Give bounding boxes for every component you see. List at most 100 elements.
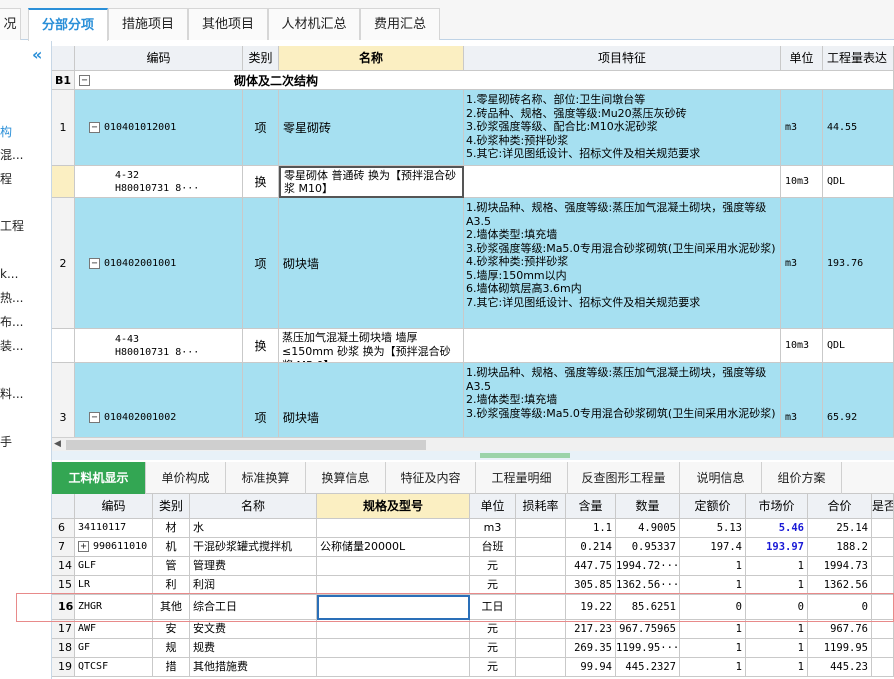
header-feature[interactable]: 项目特征 [464, 46, 781, 71]
resource-name[interactable]: 水 [190, 519, 317, 538]
header-unit[interactable]: 单位 [470, 494, 516, 519]
left-tree-item[interactable]: 装... [0, 337, 50, 355]
resource-quantity[interactable]: 85.6251 [616, 595, 680, 620]
resource-spec[interactable] [317, 639, 470, 658]
header-name[interactable]: 名称 [279, 46, 464, 71]
quota-type[interactable]: 换 [243, 166, 279, 198]
resource-quantity[interactable]: 1362.56··· [616, 576, 680, 595]
quota-code-cell[interactable]: 4-43 H80010731 8··· [75, 329, 243, 363]
left-tree-item[interactable]: 热... [0, 289, 50, 307]
resource-type[interactable]: 措 [153, 658, 190, 677]
resource-spec[interactable] [317, 620, 470, 639]
pane-splitter[interactable] [52, 451, 894, 460]
resource-name[interactable]: 管理费 [190, 557, 317, 576]
tab-labor-material-machine[interactable]: 工料机显示 [52, 462, 146, 494]
resource-loss-rate[interactable] [516, 620, 566, 639]
resource-unit[interactable]: 元 [470, 557, 516, 576]
resource-market-price[interactable]: 1 [746, 620, 808, 639]
resource-base-price[interactable]: 0 [680, 595, 746, 620]
resource-market-price[interactable]: 0 [746, 595, 808, 620]
resource-base-price[interactable]: 1 [680, 620, 746, 639]
tab-reverse-check-quantity[interactable]: 反查图形工程量 [568, 462, 680, 494]
tab-cost-summary[interactable]: 费用汇总 [360, 8, 440, 40]
header-unit[interactable]: 单位 [781, 46, 823, 71]
resource-type[interactable]: 规 [153, 639, 190, 658]
resource-content[interactable]: 447.75 [566, 557, 616, 576]
resource-spec[interactable] [317, 519, 470, 538]
resource-total-price[interactable]: 1994.73 [808, 557, 872, 576]
tab-other-items[interactable]: 其他项目 [188, 8, 268, 40]
left-tree-item[interactable]: 混... [0, 146, 50, 164]
resource-quantity[interactable]: 4.9005 [616, 519, 680, 538]
section-row[interactable]: − 砌体及二次结构 [75, 71, 894, 90]
resource-unit[interactable]: 台班 [470, 538, 516, 557]
resource-type[interactable]: 材 [153, 519, 190, 538]
resource-total-price[interactable]: 445.23 [808, 658, 872, 677]
resource-unit[interactable]: m3 [470, 519, 516, 538]
quota-name[interactable]: 蒸压加气混凝土砌块墙 墙厚 ≤150mm 砂浆 换为【预拌混合砂浆 M5.0】 [279, 329, 464, 363]
resource-loss-rate[interactable] [516, 519, 566, 538]
resource-total-price[interactable]: 967.76 [808, 620, 872, 639]
splitter-handle[interactable] [480, 453, 570, 458]
tab-overview[interactable]: 况 [0, 8, 21, 40]
expand-toggle-icon[interactable]: + [78, 540, 89, 552]
header-code[interactable]: 编码 [75, 494, 153, 519]
resource-market-price[interactable]: 1 [746, 658, 808, 677]
header-content[interactable]: 含量 [566, 494, 616, 519]
left-tree-item[interactable]: 手 [0, 433, 50, 451]
left-tree-item[interactable]: 程 [0, 170, 50, 188]
item-name[interactable]: 砌块墙 [279, 198, 464, 329]
item-quantity[interactable]: 193.76 [823, 198, 894, 329]
resource-base-price[interactable]: 5.13 [680, 519, 746, 538]
item-type[interactable]: 项 [243, 198, 279, 329]
resource-spec[interactable] [317, 576, 470, 595]
left-tree-item[interactable]: 构 [0, 123, 50, 141]
resource-base-price[interactable]: 1 [680, 576, 746, 595]
tab-pricing-scheme[interactable]: 组价方案 [762, 462, 842, 494]
item-quantity[interactable]: 44.55 [823, 90, 894, 166]
tab-standard-conversion[interactable]: 标准换算 [226, 462, 306, 494]
resource-market-price[interactable]: 5.46 [746, 519, 808, 538]
collapse-toggle-icon[interactable]: − [89, 122, 100, 133]
collapse-toggle-icon[interactable]: − [79, 74, 90, 86]
resource-flag[interactable] [872, 595, 894, 620]
quota-feature[interactable] [464, 329, 781, 363]
resource-code[interactable]: AWF [75, 620, 153, 639]
resource-code[interactable]: +990611010 [75, 538, 153, 557]
item-code-cell[interactable]: − 010402001001 [75, 198, 243, 329]
resource-type[interactable]: 管 [153, 557, 190, 576]
item-name[interactable]: 零星砌砖 [279, 90, 464, 166]
resource-flag[interactable] [872, 576, 894, 595]
resource-quantity[interactable]: 445.2327 [616, 658, 680, 677]
quota-feature[interactable] [464, 166, 781, 198]
resource-spec[interactable] [317, 557, 470, 576]
resource-base-price[interactable]: 1 [680, 658, 746, 677]
quota-name[interactable]: 零星砌体 普通砖 换为【预拌混合砂浆 M10】 [279, 166, 464, 198]
resource-flag[interactable] [872, 557, 894, 576]
header-type[interactable]: 类别 [243, 46, 279, 71]
resource-content[interactable]: 217.23 [566, 620, 616, 639]
resource-code[interactable]: 34110117 [75, 519, 153, 538]
left-tree-item[interactable]: 布... [0, 313, 50, 331]
tab-description[interactable]: 说明信息 [680, 462, 762, 494]
resource-spec[interactable]: 公称储量20000L [317, 538, 470, 557]
horizontal-scrollbar[interactable]: ◀ [52, 437, 894, 451]
header-quantity[interactable]: 数量 [616, 494, 680, 519]
resource-unit[interactable]: 元 [470, 639, 516, 658]
quota-quantity[interactable]: QDL [823, 329, 894, 363]
resource-code[interactable]: LR [75, 576, 153, 595]
item-type[interactable]: 项 [243, 90, 279, 166]
quota-unit[interactable]: 10m3 [781, 329, 823, 363]
resource-loss-rate[interactable] [516, 557, 566, 576]
resource-base-price[interactable]: 197.4 [680, 538, 746, 557]
header-base-price[interactable]: 定额价 [680, 494, 746, 519]
quota-code-cell[interactable]: 4-32 H80010731 8··· [75, 166, 243, 198]
resource-spec[interactable] [317, 658, 470, 677]
resource-flag[interactable] [872, 620, 894, 639]
resource-market-price[interactable]: 193.97 [746, 538, 808, 557]
item-feature[interactable]: 1.零星砌砖名称、部位:卫生间墩台等 2.砖品种、规格、强度等级:Mu20蒸压灰… [464, 90, 781, 166]
resource-flag[interactable] [872, 538, 894, 557]
resource-type[interactable]: 其他 [153, 595, 190, 620]
resource-unit[interactable]: 元 [470, 576, 516, 595]
resource-unit[interactable]: 元 [470, 620, 516, 639]
